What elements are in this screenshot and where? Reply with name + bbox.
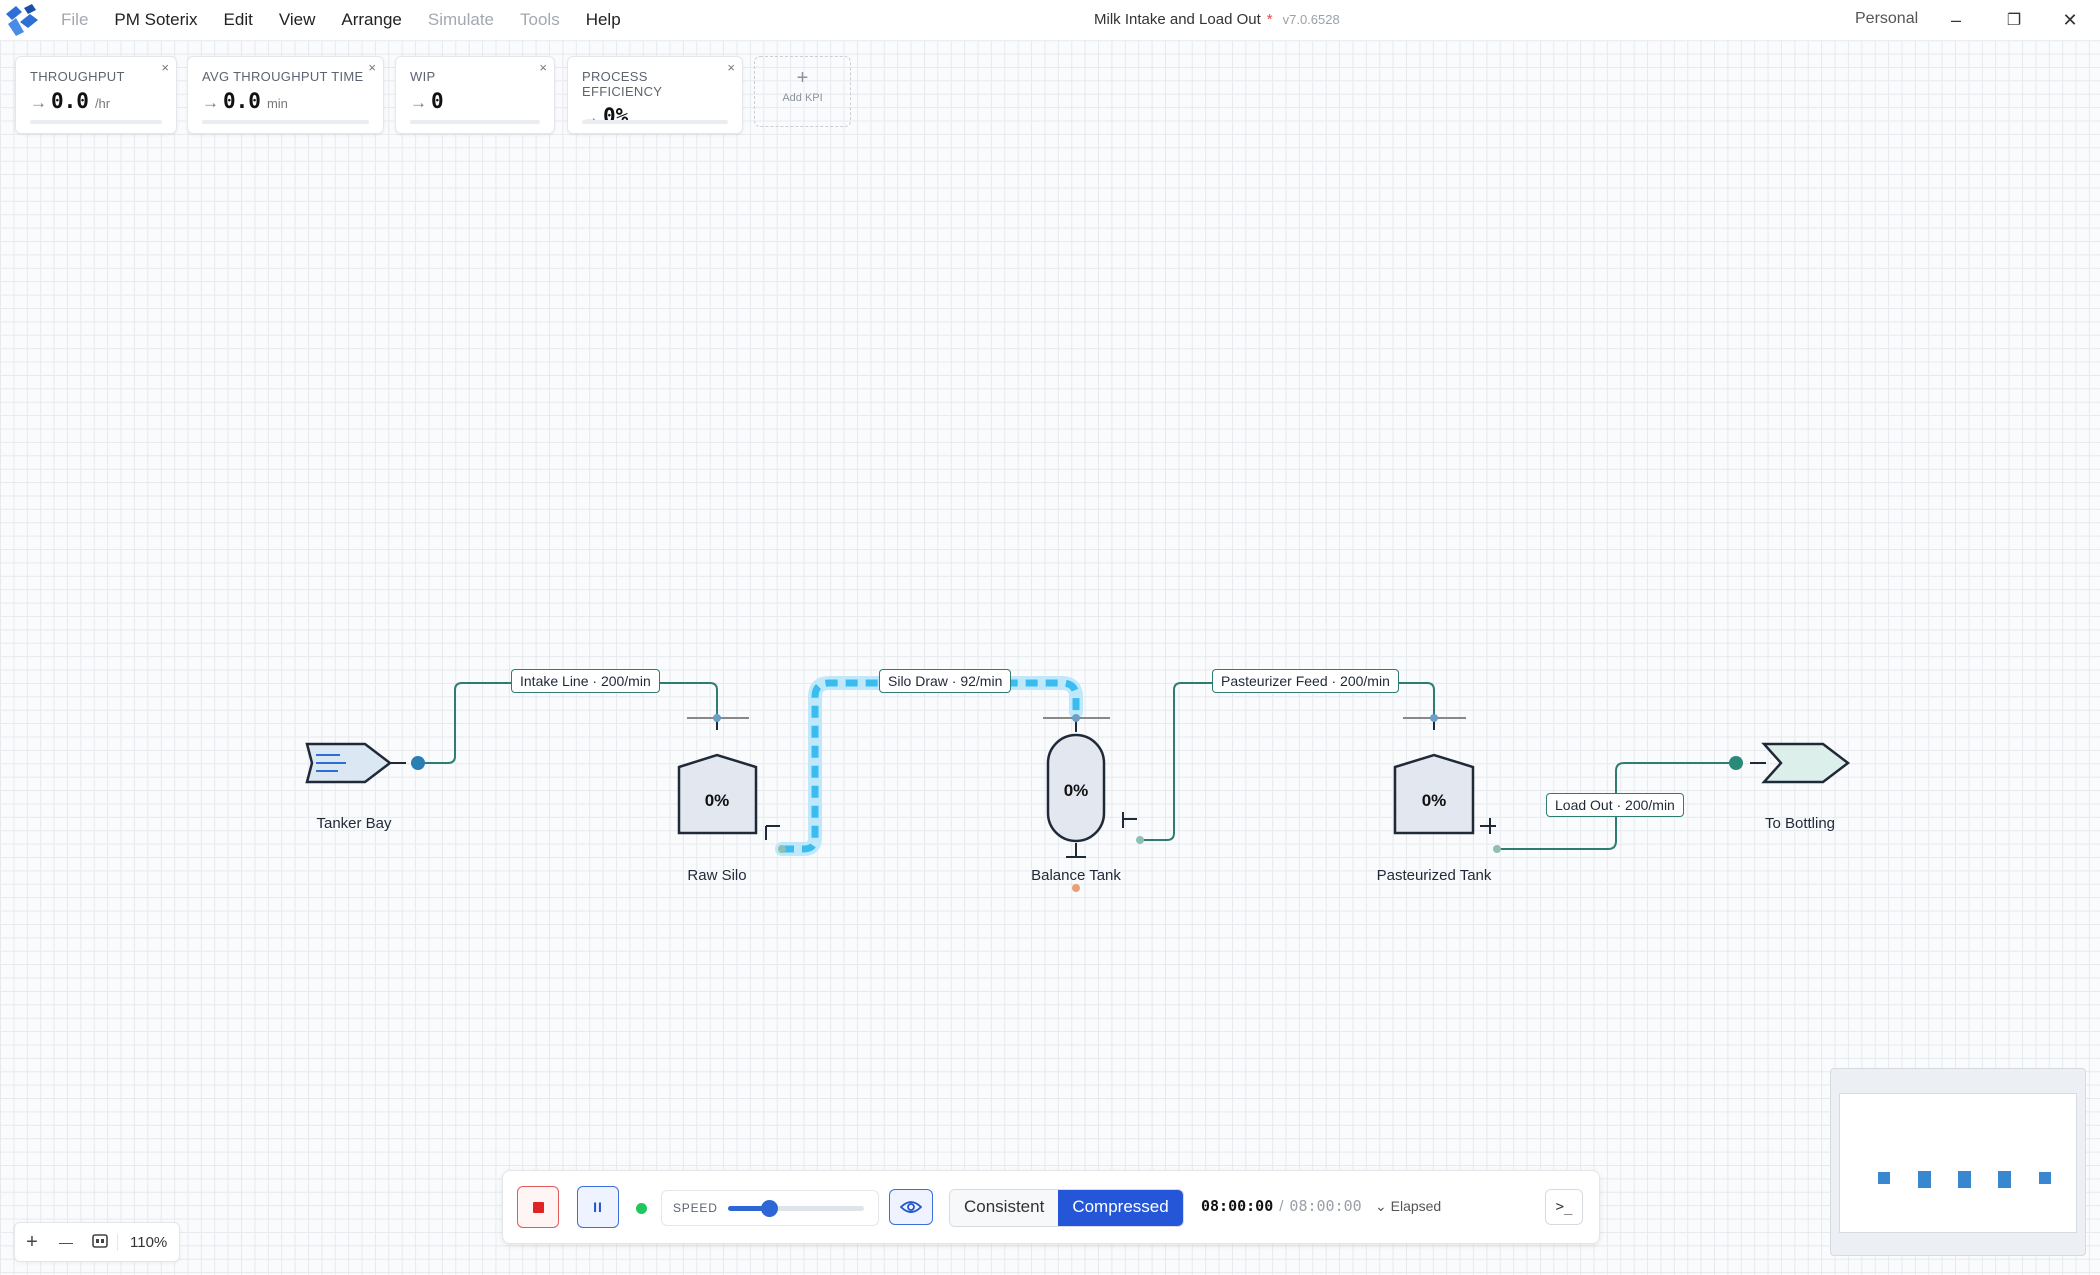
node-tanker-bay[interactable] bbox=[305, 742, 425, 784]
edge-label-pasteurizer-feed[interactable]: Pasteurizer Feed · 200/min bbox=[1212, 669, 1399, 693]
label-raw-silo: Raw Silo bbox=[687, 867, 747, 884]
zoom-in-button[interactable]: + bbox=[15, 1231, 49, 1254]
current-time: 08:00:00 bbox=[1201, 1197, 1274, 1215]
chevron-down-icon: ⌄ bbox=[1375, 1198, 1387, 1214]
zoom-out-button[interactable]: — bbox=[49, 1234, 83, 1250]
minimap-node bbox=[2039, 1172, 2051, 1184]
stop-icon bbox=[533, 1202, 544, 1213]
process-diagram bbox=[305, 676, 1851, 892]
minimap[interactable] bbox=[1830, 1068, 2086, 1256]
pasteurized-tank-fill: 0% bbox=[1421, 791, 1447, 810]
label-tanker-bay: Tanker Bay bbox=[316, 815, 392, 832]
time-mode-toggle: Consistent Compressed bbox=[949, 1189, 1184, 1227]
elapsed-dropdown[interactable]: ⌄ Elapsed bbox=[1375, 1198, 1441, 1215]
node-pasteurized-tank[interactable] bbox=[1393, 714, 1501, 853]
mode-compressed-button[interactable]: Compressed bbox=[1058, 1190, 1183, 1226]
label-pasteurized-tank: Pasteurized Tank bbox=[1376, 867, 1492, 884]
connector-silo-draw[interactable] bbox=[782, 679, 1080, 853]
label-to-bottling: To Bottling bbox=[1764, 815, 1836, 832]
mode-consistent-button[interactable]: Consistent bbox=[950, 1190, 1059, 1226]
connector-intake-line[interactable] bbox=[418, 682, 718, 764]
eye-icon bbox=[900, 1201, 922, 1213]
node-balance-tank[interactable] bbox=[1043, 714, 1144, 892]
edge-label-silo-draw[interactable]: Silo Draw · 92/min bbox=[879, 669, 1012, 693]
speed-slider-thumb[interactable] bbox=[760, 1200, 778, 1217]
minimap-node bbox=[1878, 1172, 1890, 1184]
minimap-viewport[interactable] bbox=[1839, 1093, 2077, 1233]
simulation-clock: 08:00:00 / 08:00:00 bbox=[1201, 1197, 1362, 1215]
speed-control: SPEED bbox=[661, 1190, 879, 1226]
total-time: 08:00:00 bbox=[1289, 1197, 1362, 1215]
running-status-indicator bbox=[636, 1203, 647, 1214]
pause-button[interactable]: II bbox=[577, 1186, 619, 1228]
console-button[interactable]: >_ bbox=[1545, 1189, 1583, 1225]
time-separator: / bbox=[1279, 1198, 1284, 1215]
simulation-toolbar: II SPEED Consistent Compressed 08:00:00 /… bbox=[502, 1170, 1600, 1244]
speed-label: SPEED bbox=[673, 1201, 718, 1215]
zoom-level[interactable]: 110% bbox=[117, 1233, 179, 1251]
edge-label-intake-line[interactable]: Intake Line · 200/min bbox=[511, 669, 660, 693]
elapsed-label: Elapsed bbox=[1390, 1198, 1442, 1214]
node-to-bottling[interactable] bbox=[1729, 742, 1851, 784]
minimap-node bbox=[1958, 1171, 1971, 1188]
zoom-controls: + — 110% bbox=[14, 1222, 181, 1262]
balance-tank-fill: 0% bbox=[1063, 781, 1089, 800]
minimap-node bbox=[1998, 1171, 2011, 1188]
connector-pasteurizer-feed[interactable] bbox=[1140, 682, 1435, 841]
stop-button[interactable] bbox=[517, 1186, 559, 1228]
visibility-toggle-button[interactable] bbox=[889, 1189, 933, 1225]
speed-slider[interactable] bbox=[728, 1200, 864, 1217]
minimap-node bbox=[1918, 1171, 1931, 1188]
fit-view-icon[interactable] bbox=[83, 1231, 117, 1254]
connector-silo-draw-glow bbox=[775, 676, 1083, 856]
edge-label-load-out[interactable]: Load Out · 200/min bbox=[1546, 793, 1684, 817]
raw-silo-fill: 0% bbox=[704, 791, 730, 810]
label-balance-tank: Balance Tank bbox=[1031, 867, 1121, 884]
node-raw-silo[interactable] bbox=[677, 714, 786, 853]
